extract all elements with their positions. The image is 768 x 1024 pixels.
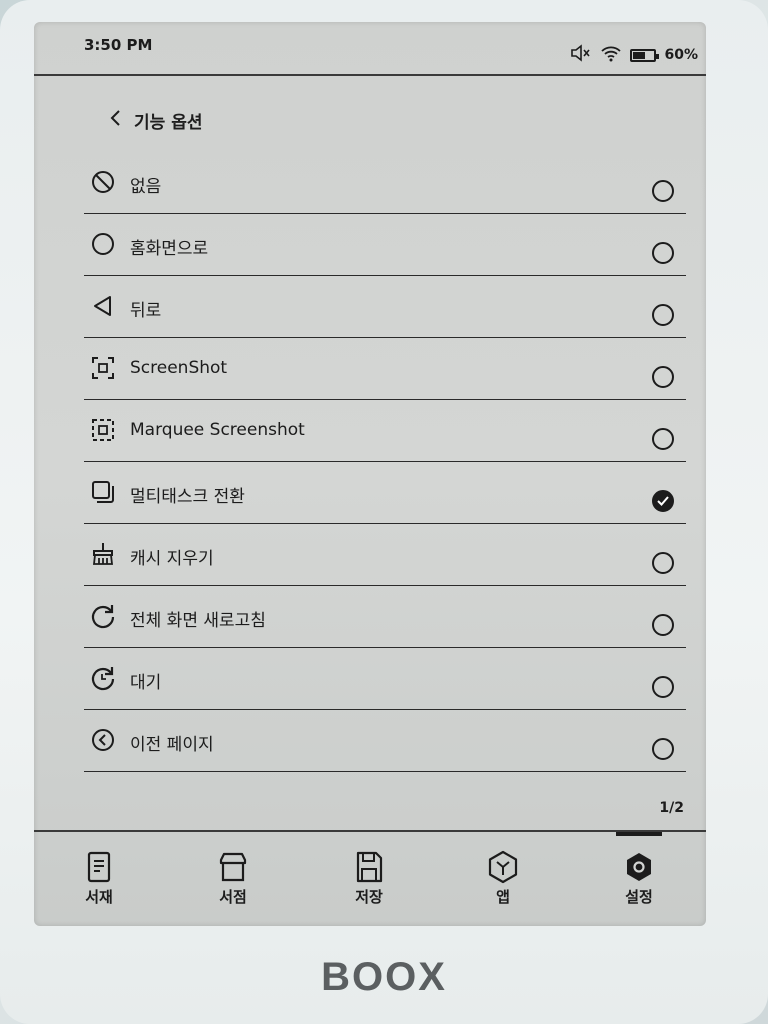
page-title: 기능 옵션: [134, 113, 203, 133]
option-standby[interactable]: 대기: [84, 648, 686, 710]
radio-button[interactable]: [652, 366, 674, 388]
radio-button-checked[interactable]: [652, 490, 674, 512]
marquee-screenshot-icon: [90, 417, 116, 443]
radio-button[interactable]: [652, 304, 674, 326]
option-back[interactable]: 뒤로: [84, 276, 686, 338]
nav-label: 서재: [85, 888, 113, 906]
radio-button[interactable]: [652, 676, 674, 698]
status-bar: 3:50 PM 60%: [34, 22, 706, 76]
circle-icon: [90, 231, 116, 257]
option-label: Marquee Screenshot: [130, 420, 305, 440]
nav-apps[interactable]: 앱: [458, 842, 548, 907]
option-clear-cache[interactable]: 캐시 지우기: [84, 524, 686, 586]
option-full-refresh[interactable]: 전체 화면 새로고침: [84, 586, 686, 648]
bottom-navigation: 서재 서점 저장 앱 설정: [34, 830, 706, 926]
option-label: 멀티태스크 전환: [130, 487, 245, 507]
option-multitask[interactable]: 멀티태스크 전환: [84, 462, 686, 524]
settings-icon: [624, 850, 654, 884]
clock: 3:50 PM: [84, 36, 153, 54]
wifi-icon: [600, 44, 622, 66]
option-none[interactable]: 없음: [84, 152, 686, 214]
radio-button[interactable]: [652, 180, 674, 202]
option-screenshot[interactable]: ScreenShot: [84, 338, 686, 400]
option-label: 캐시 지우기: [130, 549, 214, 569]
nav-label: 설정: [625, 888, 653, 906]
nav-settings[interactable]: 설정: [594, 832, 684, 907]
page-indicator: 1/2: [659, 800, 684, 816]
screenshot-icon: [90, 355, 116, 381]
refresh-icon: [90, 603, 116, 629]
radio-button[interactable]: [652, 614, 674, 636]
nav-store[interactable]: 서점: [188, 842, 278, 907]
option-marquee-screenshot[interactable]: Marquee Screenshot: [84, 400, 686, 462]
chevron-left-icon[interactable]: [104, 106, 128, 130]
standby-icon: [90, 665, 116, 691]
broom-icon: [90, 541, 116, 567]
radio-button[interactable]: [652, 552, 674, 574]
storage-icon: [354, 850, 384, 884]
option-home[interactable]: 홈화면으로: [84, 214, 686, 276]
radio-button[interactable]: [652, 428, 674, 450]
nav-storage[interactable]: 저장: [324, 842, 414, 907]
multitask-icon: [90, 479, 116, 505]
radio-button[interactable]: [652, 738, 674, 760]
option-label: 대기: [130, 673, 162, 693]
option-previous-page[interactable]: 이전 페이지: [84, 710, 686, 772]
battery-icon: [630, 48, 660, 62]
nav-label: 서점: [219, 888, 247, 906]
option-label: 이전 페이지: [130, 735, 214, 755]
option-label: 없음: [130, 177, 162, 197]
screen: 3:50 PM 60% 기능 옵션 없음 홈화면으로 뒤로 ScreenShot…: [34, 22, 706, 926]
triangle-left-icon: [90, 293, 116, 319]
apps-icon: [488, 850, 518, 884]
option-label: 뒤로: [130, 301, 162, 321]
function-option-list: 없음 홈화면으로 뒤로 ScreenShot Marquee Screensho…: [34, 152, 706, 772]
battery-percent: 60%: [664, 47, 698, 63]
prohibit-icon: [90, 169, 116, 195]
device-frame: 3:50 PM 60% 기능 옵션 없음 홈화면으로 뒤로 ScreenShot…: [0, 0, 768, 1024]
brand-logo: BOOX: [321, 955, 447, 999]
option-label: 홈화면으로: [130, 239, 209, 259]
option-label: ScreenShot: [130, 358, 228, 378]
radio-button[interactable]: [652, 242, 674, 264]
mute-icon: [570, 44, 592, 66]
library-icon: [84, 850, 114, 884]
nav-label: 저장: [355, 888, 383, 906]
nav-label: 앱: [496, 888, 510, 906]
page-header: 기능 옵션: [34, 100, 706, 140]
nav-library[interactable]: 서재: [54, 842, 144, 907]
option-label: 전체 화면 새로고침: [130, 611, 266, 631]
store-icon: [218, 850, 248, 884]
previous-page-icon: [90, 727, 116, 753]
